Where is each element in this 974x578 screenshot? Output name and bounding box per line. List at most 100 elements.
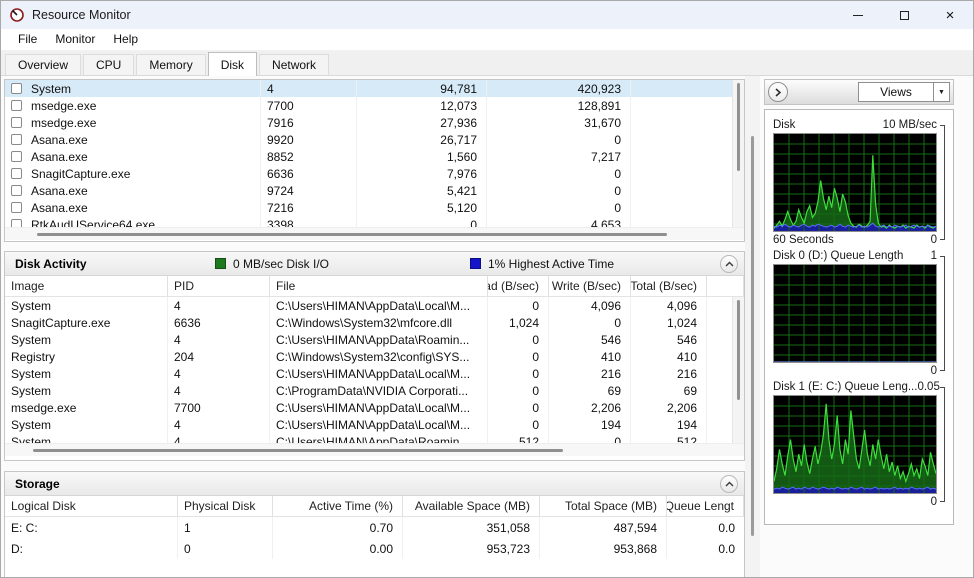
- row-checkbox[interactable]: [11, 202, 22, 213]
- table-row[interactable]: Asana.exe992026,7170: [5, 131, 732, 148]
- column-header-total-space-mb-[interactable]: Total Space (MB): [540, 496, 667, 516]
- table-row[interactable]: System494,781420,923: [5, 80, 732, 97]
- row-checkbox[interactable]: [11, 185, 22, 196]
- read-cell: 12,073: [357, 97, 487, 114]
- scrollbar-thumb[interactable]: [33, 449, 563, 452]
- table-row[interactable]: Asana.exe88521,5607,217: [5, 148, 732, 165]
- left-pane-scrollbar[interactable]: [745, 76, 760, 578]
- process-table-horizontal-scrollbar[interactable]: [5, 227, 744, 240]
- pid-cell: 4: [168, 416, 270, 433]
- chart-1: [773, 264, 937, 363]
- row-checkbox[interactable]: [11, 100, 22, 111]
- disk-activity-horizontal-scrollbar[interactable]: [5, 443, 744, 456]
- process-table-vertical-scrollbar[interactable]: [732, 80, 744, 227]
- table-row[interactable]: msedge.exe791627,93631,670: [5, 114, 732, 131]
- row-checkbox[interactable]: [11, 134, 22, 145]
- expand-panel-button[interactable]: [768, 82, 788, 102]
- table-row[interactable]: System4C:\Users\HIMAN\AppData\Roamin...5…: [5, 433, 732, 443]
- filler-cell: [631, 80, 732, 97]
- menu-item-file[interactable]: File: [9, 30, 46, 49]
- tab-memory[interactable]: Memory: [136, 54, 205, 75]
- filler-cell: [707, 314, 732, 331]
- column-header-available-space-mb-[interactable]: Available Space (MB): [403, 496, 540, 516]
- pid-cell: 4: [168, 365, 270, 382]
- column-header-logical-disk[interactable]: Logical Disk: [5, 496, 178, 516]
- file-cell: C:\Users\HIMAN\AppData\Local\M...: [270, 416, 488, 433]
- write-cell: 2,206: [549, 399, 631, 416]
- tab-overview[interactable]: Overview: [5, 54, 81, 75]
- table-row[interactable]: SnagitCapture.exe6636C:\Windows\System32…: [5, 314, 732, 331]
- row-checkbox[interactable]: [11, 151, 22, 162]
- process-name: Asana.exe: [31, 201, 88, 215]
- process-name: SnagitCapture.exe: [31, 167, 130, 181]
- table-row[interactable]: SnagitCapture.exe66367,9760: [5, 165, 732, 182]
- filler-cell: [707, 365, 732, 382]
- dropdown-arrow-icon[interactable]: ▼: [933, 83, 949, 101]
- file-cell: C:\Windows\System32\mfcore.dll: [270, 314, 488, 331]
- collapse-storage-button[interactable]: [720, 475, 738, 493]
- blue-legend-swatch-icon: [470, 258, 481, 269]
- disk-activity-vertical-scrollbar[interactable]: [732, 297, 744, 443]
- close-button[interactable]: ×: [927, 1, 973, 29]
- row-checkbox[interactable]: [11, 117, 22, 128]
- minimize-button[interactable]: [835, 1, 881, 29]
- column-header-File[interactable]: File: [270, 276, 488, 296]
- table-row[interactable]: System4C:\Users\HIMAN\AppData\Roamin...0…: [5, 331, 732, 348]
- tab-disk[interactable]: Disk: [208, 52, 257, 76]
- column-header-Total (B/sec)[interactable]: Total (B/sec): [631, 276, 707, 296]
- image-cell: msedge.exe: [5, 399, 168, 416]
- filler-cell: [707, 331, 732, 348]
- table-row[interactable]: System4C:\Users\HIMAN\AppData\Local\M...…: [5, 365, 732, 382]
- storage-section: Storage Logical DiskPhysical DiskActive …: [4, 471, 745, 578]
- file-cell: C:\ProgramData\NVIDIA Corporati...: [270, 382, 488, 399]
- table-row[interactable]: Asana.exe72165,1200: [5, 199, 732, 216]
- table-row[interactable]: E: C:10.70351,058487,5940.0: [5, 517, 744, 538]
- menu-item-monitor[interactable]: Monitor: [46, 30, 104, 49]
- scrollbar-thumb[interactable]: [737, 300, 740, 400]
- views-button[interactable]: Views ▼: [858, 82, 950, 102]
- table-row[interactable]: System4C:\Users\HIMAN\AppData\Local\M...…: [5, 297, 732, 314]
- process-name-cell: Asana.exe: [5, 182, 261, 199]
- total-cell: 69: [631, 382, 707, 399]
- table-row[interactable]: System4C:\ProgramData\NVIDIA Corporati..…: [5, 382, 732, 399]
- tab-cpu[interactable]: CPU: [83, 54, 134, 75]
- column-header-disk-queue-lengt[interactable]: Disk Queue Lengt: [667, 496, 744, 516]
- process-name: msedge.exe: [31, 99, 96, 113]
- tab-network[interactable]: Network: [259, 54, 329, 75]
- column-header-PID[interactable]: PID: [168, 276, 270, 296]
- scrollbar-thumb[interactable]: [751, 136, 754, 536]
- table-row[interactable]: msedge.exe770012,073128,891: [5, 97, 732, 114]
- table-row[interactable]: Asana.exe97245,4210: [5, 182, 732, 199]
- scrollbar-thumb[interactable]: [737, 83, 740, 171]
- column-header-Write (B/sec)[interactable]: Write (B/sec): [549, 276, 631, 296]
- chart-zero-label: 0: [931, 365, 937, 377]
- collapse-disk-activity-button[interactable]: [720, 255, 738, 273]
- filler-cell: [707, 433, 732, 443]
- process-name-cell: System: [5, 80, 261, 97]
- disk-io-legend: 0 MB/sec Disk I/O: [215, 257, 470, 271]
- read-cell: 26,717: [357, 131, 487, 148]
- table-row[interactable]: Registry204C:\Windows\System32\config\SY…: [5, 348, 732, 365]
- active-time-cell: 0.00: [273, 538, 403, 559]
- table-row[interactable]: D:00.00953,723953,8680.0: [5, 538, 744, 559]
- row-checkbox[interactable]: [11, 219, 22, 227]
- row-checkbox[interactable]: [11, 168, 22, 179]
- chart-title: Disk 0 (D:) Queue Length: [773, 250, 903, 262]
- chart-bottom-row: 0: [773, 363, 937, 379]
- table-row[interactable]: RtkAudUService64.exe339804,653: [5, 216, 732, 227]
- column-header-Image[interactable]: Image: [5, 276, 168, 296]
- process-name: Asana.exe: [31, 150, 88, 164]
- filler-cell: [631, 199, 732, 216]
- column-header-active-time-[interactable]: Active Time (%): [273, 496, 403, 516]
- filler-cell: [707, 297, 732, 314]
- row-checkbox[interactable]: [11, 83, 22, 94]
- table-row[interactable]: msedge.exe7700C:\Users\HIMAN\AppData\Loc…: [5, 399, 732, 416]
- column-header-Read (B/sec)[interactable]: Read (B/sec): [488, 276, 549, 296]
- resource-monitor-window: Resource Monitor × FileMonitorHelp Overv…: [0, 0, 974, 578]
- maximize-button[interactable]: [881, 1, 927, 29]
- column-header-physical-disk[interactable]: Physical Disk: [178, 496, 273, 516]
- left-pane: System494,781420,923msedge.exe770012,073…: [1, 76, 745, 578]
- menu-item-help[interactable]: Help: [104, 30, 147, 49]
- scrollbar-thumb[interactable]: [37, 233, 667, 236]
- table-row[interactable]: System4C:\Users\HIMAN\AppData\Local\M...…: [5, 416, 732, 433]
